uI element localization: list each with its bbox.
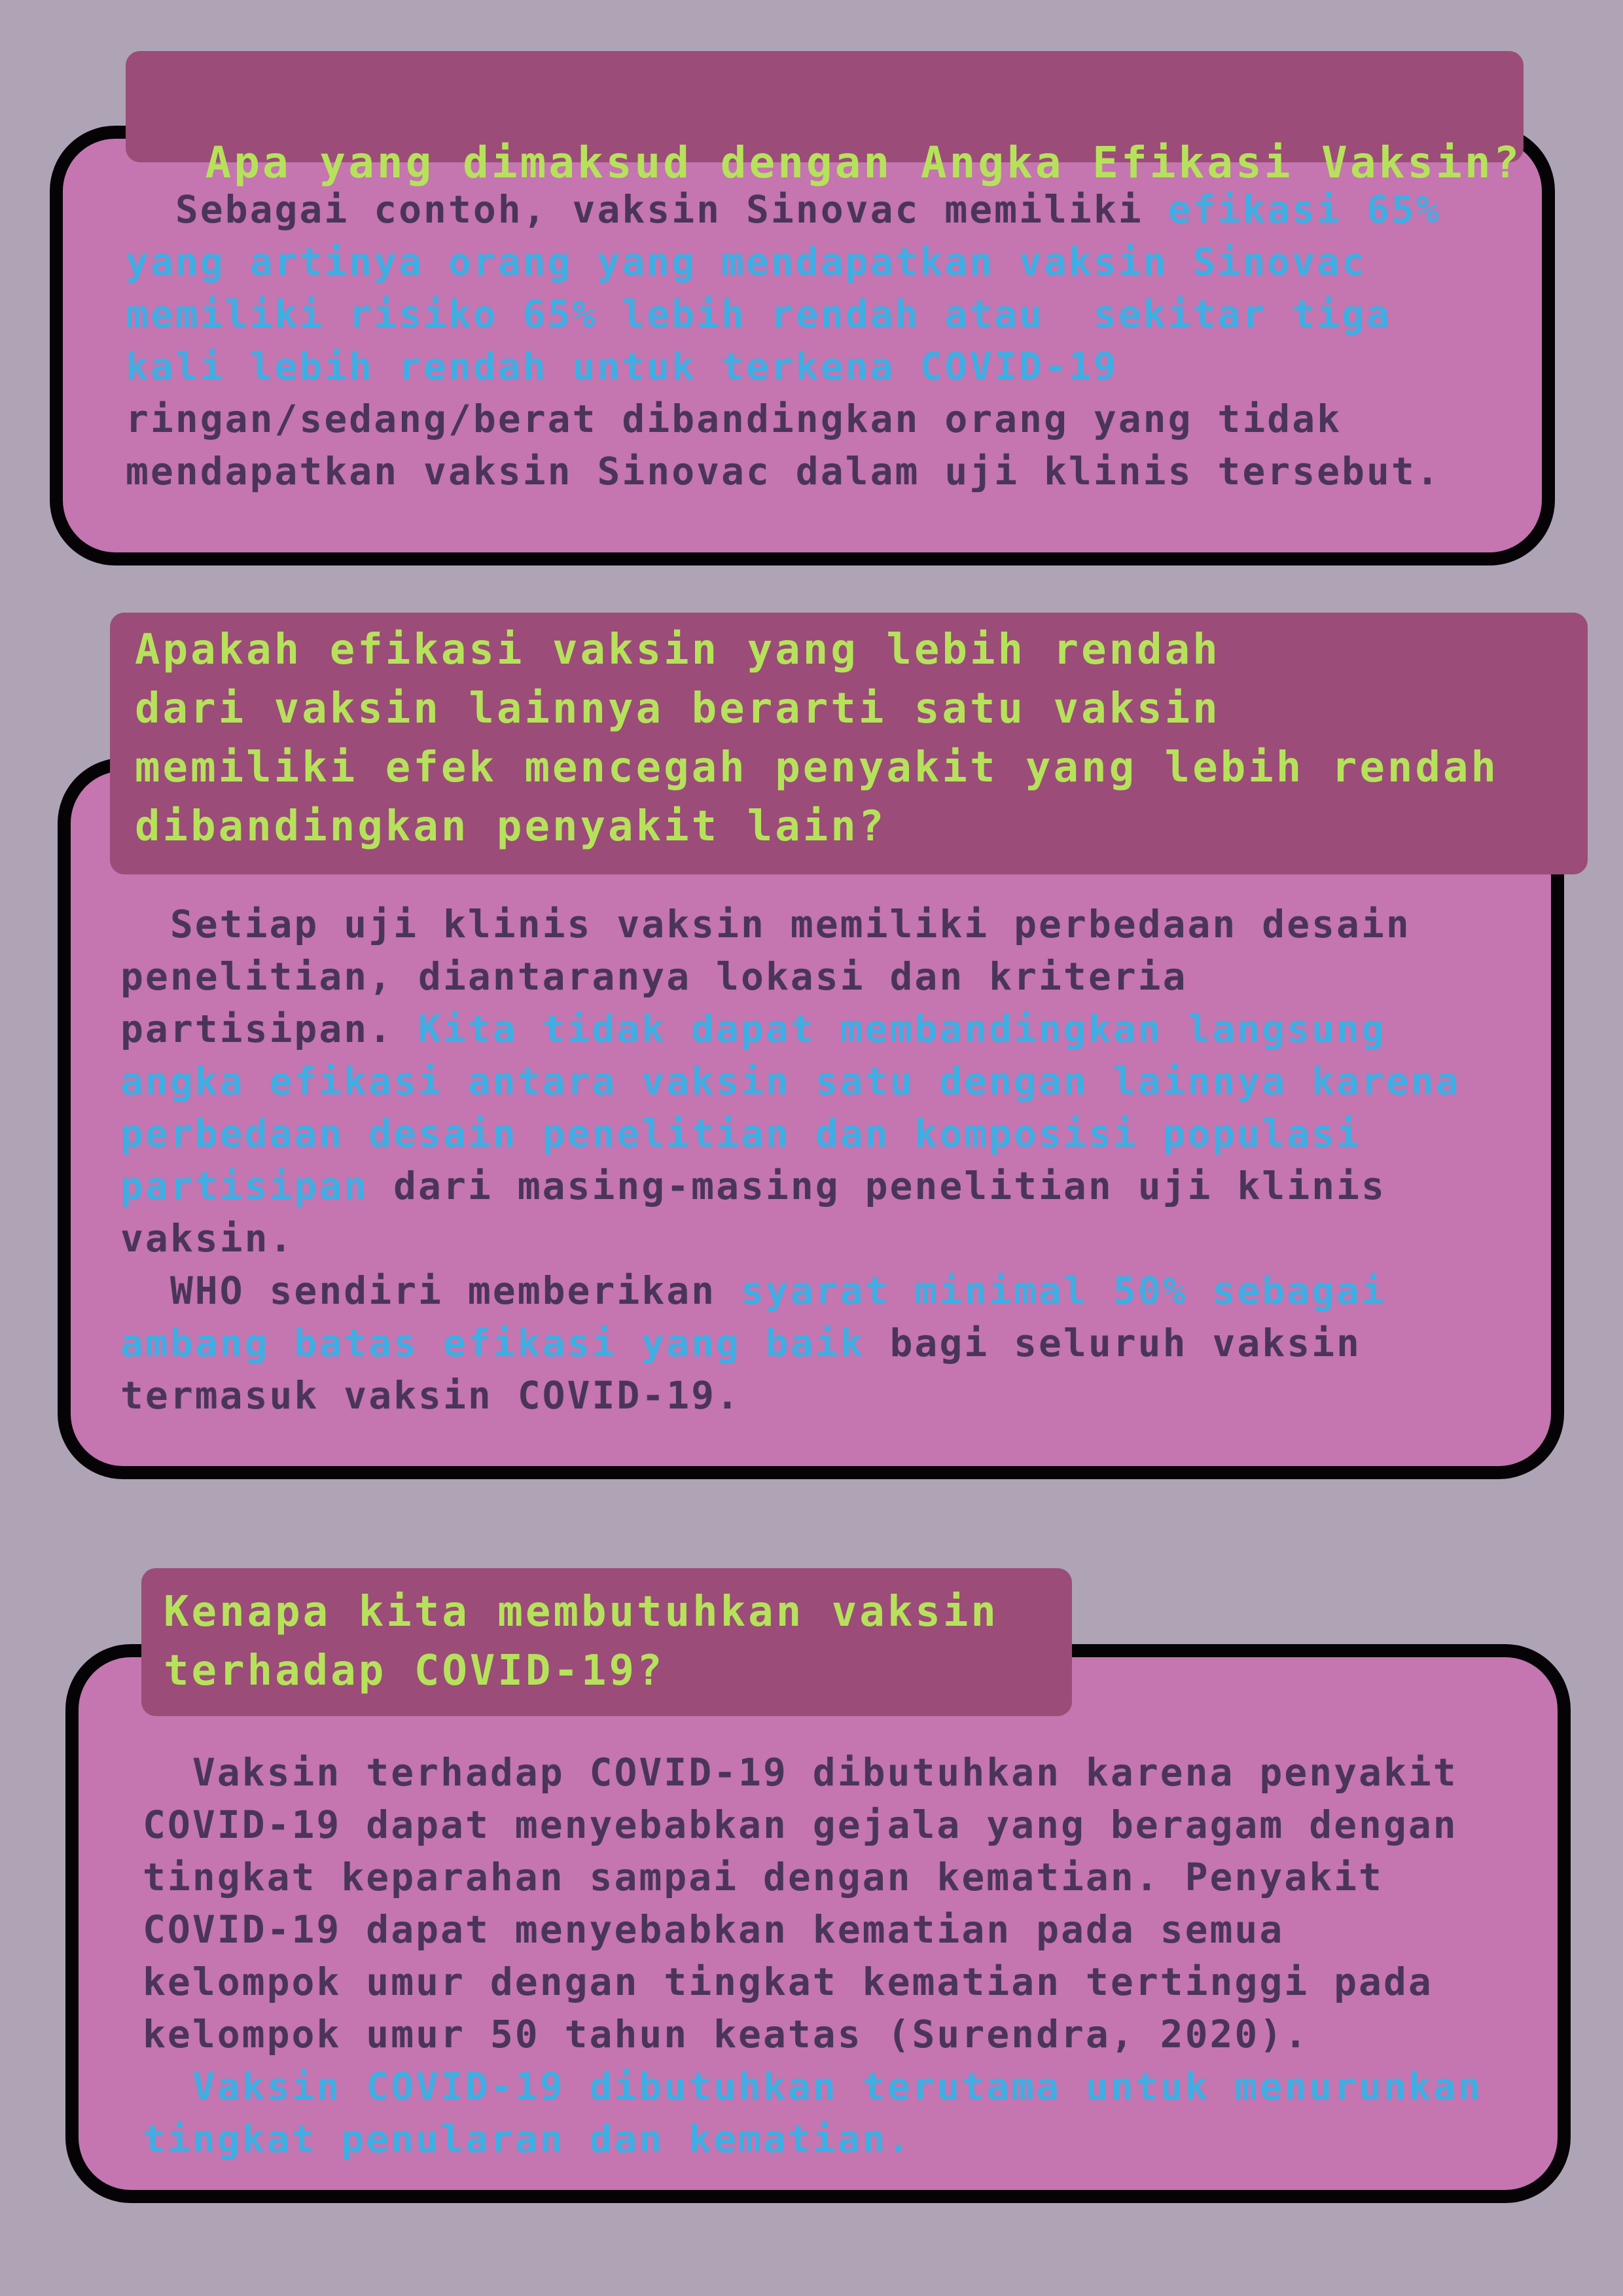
- body-text-run: Setiap uji klinis vaksin memiliki perbed…: [120, 902, 1411, 946]
- body-line: tingkat penularan dan kematian.: [143, 2113, 1483, 2165]
- section-title-3: Kenapa kita membutuhkan vaksin terhadap C…: [141, 1568, 1072, 1716]
- body-line: yang artinya orang yang mendapatkan vaks…: [126, 236, 1441, 288]
- section-title-2: Apakah efikasi vaksin yang lebih rendah d…: [110, 613, 1588, 874]
- body-line: partisipan dari masing-masing penelitian…: [120, 1160, 1461, 1212]
- highlighted-text: syarat minimal 50% sebagai: [740, 1268, 1386, 1313]
- body-line: ambang batas efikasi yang baik bagi selu…: [120, 1317, 1461, 1369]
- body-line: angka efikasi antara vaksin satu dengan …: [120, 1055, 1461, 1107]
- body-text-run: COVID-19 dapat menyebabkan kematian pada…: [143, 1907, 1285, 1952]
- section-body-2: Setiap uji klinis vaksin memiliki perbed…: [120, 898, 1461, 1422]
- body-line: perbedaan desain penelitian dan komposis…: [120, 1107, 1461, 1160]
- title-line: Kenapa kita membutuhkan vaksin: [164, 1588, 999, 1636]
- body-line: Setiap uji klinis vaksin memiliki perbed…: [120, 898, 1461, 950]
- body-text-run: Sebagai contoh, vaksin Sinovac memiliki: [126, 187, 1168, 232]
- body-text-run: termasuk vaksin COVID-19.: [120, 1373, 741, 1418]
- title-line: terhadap COVID-19?: [164, 1647, 665, 1695]
- body-line: ringan/sedang/berat dibandingkan orang y…: [126, 393, 1441, 445]
- highlighted-text: tingkat penularan dan kematian.: [143, 2117, 912, 2161]
- body-text-run: dari masing-masing penelitian uji klinis: [368, 1164, 1386, 1208]
- body-line: kelompok umur 50 tahun keatas (Surendra,…: [143, 2008, 1483, 2060]
- highlighted-text: ambang batas efikasi yang baik: [120, 1321, 865, 1365]
- body-text-run: kelompok umur 50 tahun keatas (Surendra,…: [143, 2012, 1310, 2056]
- body-line: WHO sendiri memberikan syarat minimal 50…: [120, 1265, 1461, 1317]
- body-line: Sebagai contoh, vaksin Sinovac memiliki …: [126, 183, 1441, 236]
- section-title-1: Apa yang dimaksud dengan Angka Efikasi V…: [126, 51, 1524, 188]
- body-line: COVID-19 dapat menyebabkan kematian pada…: [143, 1903, 1483, 1956]
- highlighted-text: partisipan: [120, 1164, 369, 1208]
- body-line: kelompok umur dengan tingkat kematian te…: [143, 1956, 1483, 2008]
- body-text-run: mendapatkan vaksin Sinovac dalam uji kli…: [126, 449, 1441, 493]
- body-line: Vaksin COVID-19 dibutuhkan terutama untu…: [143, 2060, 1483, 2113]
- section-body-1: Sebagai contoh, vaksin Sinovac memiliki …: [126, 183, 1441, 497]
- body-line: penelitian, diantaranya lokasi dan krite…: [120, 950, 1461, 1003]
- highlighted-text: efikasi 65%: [1168, 187, 1441, 232]
- body-line: termasuk vaksin COVID-19.: [120, 1369, 1461, 1422]
- highlighted-text: Vaksin COVID-19 dibutuhkan terutama untu…: [143, 2064, 1483, 2109]
- highlighted-text: kali lebih rendah untuk terkena COVID-19: [126, 344, 1118, 389]
- body-line: COVID-19 dapat menyebabkan gejala yang b…: [143, 1799, 1483, 1851]
- title-line: dibandingkan penyakit lain?: [135, 802, 887, 851]
- body-text-run: Vaksin terhadap COVID-19 dibutuhkan kare…: [143, 1750, 1458, 1795]
- body-text-run: vaksin.: [120, 1216, 294, 1261]
- body-text-run: ringan/sedang/berat dibandingkan orang y…: [126, 397, 1342, 441]
- body-text-run: penelitian, diantaranya lokasi dan krite…: [120, 954, 1188, 999]
- body-text-run: WHO sendiri memberikan: [120, 1268, 741, 1313]
- highlighted-text: perbedaan desain penelitian dan komposis…: [120, 1111, 1361, 1156]
- body-text-run: bagi seluruh vaksin: [865, 1321, 1361, 1365]
- body-line: kali lebih rendah untuk terkena COVID-19: [126, 340, 1441, 393]
- title-line: Apakah efikasi vaksin yang lebih rendah: [135, 626, 1221, 674]
- highlighted-text: memiliki risiko 65% lebih rendah atau se…: [126, 292, 1391, 336]
- body-text-run: tingkat keparahan sampai dengan kematian…: [143, 1855, 1383, 1899]
- body-line: Vaksin terhadap COVID-19 dibutuhkan kare…: [143, 1746, 1483, 1799]
- body-text-run: partisipan.: [120, 1007, 419, 1051]
- highlighted-text: angka efikasi antara vaksin satu dengan …: [120, 1059, 1461, 1103]
- body-line: memiliki risiko 65% lebih rendah atau se…: [126, 288, 1441, 340]
- body-line: partisipan. Kita tidak dapat membandingk…: [120, 1003, 1461, 1055]
- body-line: mendapatkan vaksin Sinovac dalam uji kli…: [126, 445, 1441, 497]
- section-body-3: Vaksin terhadap COVID-19 dibutuhkan kare…: [143, 1746, 1483, 2165]
- body-line: vaksin.: [120, 1212, 1461, 1265]
- title-line: memiliki efek mencegah penyakit yang leb…: [135, 744, 1499, 792]
- title-line: dari vaksin lainnya berarti satu vaksin: [135, 685, 1221, 733]
- section-title-1-text: Apa yang dimaksud dengan Angka Efikasi V…: [205, 137, 1522, 188]
- highlighted-text: Kita tidak dapat membandingkan langsung: [418, 1007, 1386, 1051]
- body-text-run: COVID-19 dapat menyebabkan gejala yang b…: [143, 1803, 1458, 1847]
- body-text-run: kelompok umur dengan tingkat kematian te…: [143, 1960, 1433, 2004]
- highlighted-text: yang artinya orang yang mendapatkan vaks…: [126, 240, 1366, 284]
- body-line: tingkat keparahan sampai dengan kematian…: [143, 1851, 1483, 1903]
